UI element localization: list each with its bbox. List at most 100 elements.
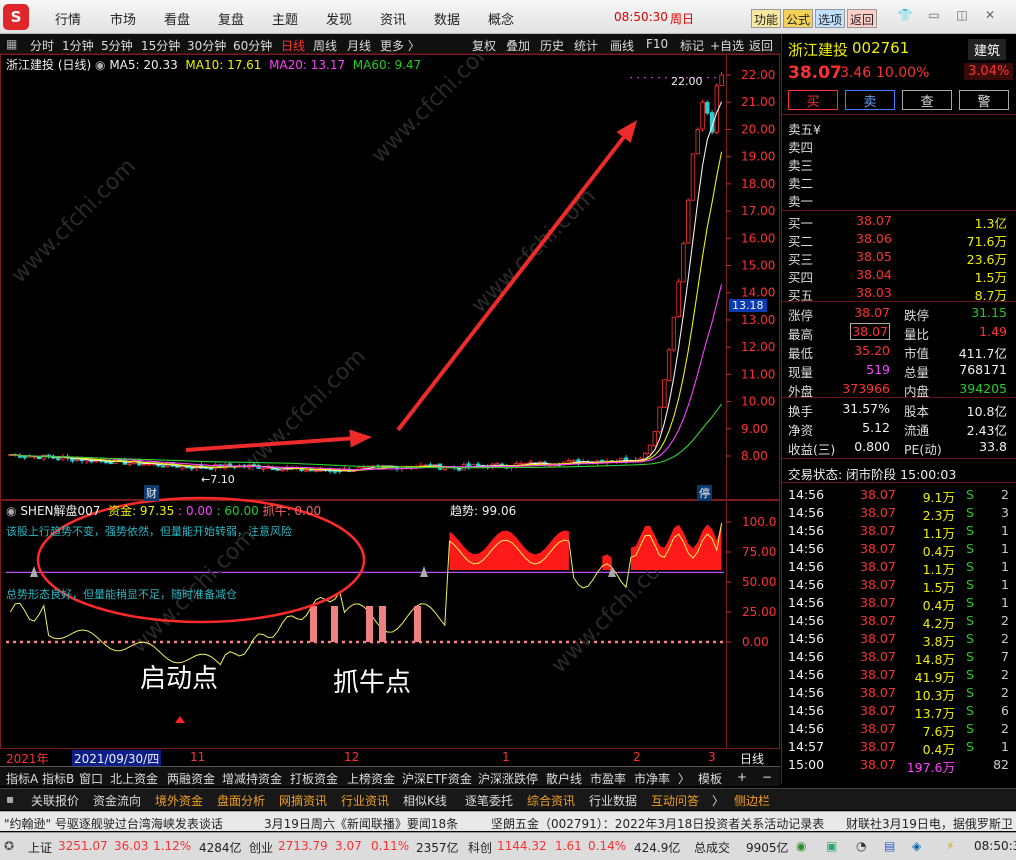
- news-item[interactable]: 坚朗五金（002791）：2022年3月18日投资者关系活动记录表: [491, 815, 824, 832]
- tabbar-control[interactable]: +: [737, 770, 747, 784]
- function-button[interactable]: 功能: [751, 9, 782, 28]
- indicator-tab[interactable]: 两融资金: [167, 770, 215, 787]
- news-item[interactable]: "约翰逊" 号驱逐舰驶过台湾海峡发表谈话: [4, 815, 223, 832]
- menu-shichang[interactable]: 市场: [110, 9, 136, 28]
- menu-kanpan[interactable]: 看盘: [164, 9, 190, 28]
- app-logo-icon[interactable]: S: [3, 4, 29, 30]
- dropdown-circle-icon[interactable]: ◉: [95, 58, 105, 72]
- menu-faxian[interactable]: 发现: [326, 9, 352, 28]
- status-icon-c[interactable]: ◔: [856, 839, 866, 853]
- function-tab[interactable]: 关联报价: [31, 792, 79, 809]
- function-tab[interactable]: 境外资金: [155, 792, 203, 809]
- tool-diejia[interactable]: 叠加: [506, 37, 530, 54]
- dropdown-circle-icon[interactable]: ◉: [6, 504, 16, 518]
- period-1min[interactable]: 1分钟: [62, 37, 94, 54]
- status-icon-a[interactable]: ◉: [796, 839, 806, 853]
- function-tab[interactable]: 综合资讯: [527, 792, 575, 809]
- sh-index-label[interactable]: 上证: [28, 839, 52, 856]
- function-tab[interactable]: 网摘资讯: [279, 792, 327, 809]
- tabbar-control[interactable]: 模板: [698, 770, 722, 787]
- indicator-tab[interactable]: 窗口: [79, 770, 103, 787]
- menu-gainian[interactable]: 概念: [488, 9, 514, 28]
- buy-button[interactable]: 买: [788, 90, 838, 110]
- kline-chart[interactable]: 22.0021.0020.0019.0018.0017.0016.0015.00…: [0, 54, 780, 766]
- news-item[interactable]: 3月19日周六《新闻联播》要闻18条: [264, 815, 458, 832]
- tool-huaxian[interactable]: 画线: [610, 37, 634, 54]
- period-daily[interactable]: 日线: [281, 37, 305, 54]
- sell-level-row[interactable]: 卖四: [782, 136, 1016, 155]
- grid-icon[interactable]: ▦: [6, 37, 17, 51]
- minimize-small-icon[interactable]: ▭: [925, 8, 943, 24]
- news-item[interactable]: 财联社3月19日电，据俄罗斯卫: [846, 815, 1013, 832]
- indicator-tab[interactable]: 北上资金: [110, 770, 158, 787]
- news-ticker[interactable]: "约翰逊" 号驱逐舰驶过台湾海峡发表谈话 3月19日周六《新闻联播》要闻18条 …: [0, 811, 1016, 831]
- tabbar-control[interactable]: 〉: [678, 770, 690, 787]
- lightning-icon[interactable]: ⚡: [946, 839, 954, 853]
- shirt-icon[interactable]: 👕: [896, 8, 914, 24]
- indicator-tab[interactable]: 指标B: [42, 770, 74, 787]
- period-monthly[interactable]: 月线: [347, 37, 371, 54]
- function-tab[interactable]: 相似K线: [403, 792, 447, 809]
- indicator-tab[interactable]: 打板资金: [290, 770, 338, 787]
- tabbar-control[interactable]: −: [762, 770, 772, 784]
- status-icon-d[interactable]: ▤: [884, 839, 895, 853]
- function-tab[interactable]: 〉: [712, 792, 724, 809]
- menu-fupan[interactable]: 复盘: [218, 9, 244, 28]
- period-60min[interactable]: 60分钟: [233, 37, 272, 54]
- buy-level-row[interactable]: 买四 38.04 1.5万: [782, 266, 1016, 285]
- sell-level-row[interactable]: 卖五¥: [782, 118, 1016, 137]
- function-tab[interactable]: 逐笔委托: [465, 792, 513, 809]
- function-tab[interactable]: 行业资讯: [341, 792, 389, 809]
- panel-toggle-icon[interactable]: ▪: [6, 792, 14, 806]
- period-5min[interactable]: 5分钟: [101, 37, 133, 54]
- status-icon-e[interactable]: ◈: [912, 839, 921, 853]
- close-icon[interactable]: ✕: [981, 8, 999, 24]
- menu-hangqing[interactable]: 行情: [55, 9, 81, 28]
- period-fenshi[interactable]: 分时: [30, 37, 54, 54]
- back-button[interactable]: 返回: [847, 9, 878, 28]
- cy-index-label[interactable]: 创业: [249, 839, 273, 856]
- indicator-tab[interactable]: 沪深ETF资金: [402, 770, 472, 787]
- function-tab[interactable]: 资金流向: [93, 792, 141, 809]
- function-tab[interactable]: 侧边栏: [734, 792, 770, 809]
- period-more[interactable]: 更多 〉: [380, 37, 420, 54]
- industry-badge[interactable]: 建筑: [968, 39, 1007, 60]
- tool-tongji[interactable]: 统计: [574, 37, 598, 54]
- menu-shuju[interactable]: 数据: [434, 9, 460, 28]
- formula-button[interactable]: 公式: [783, 9, 814, 28]
- menu-zhuti[interactable]: 主题: [272, 9, 298, 28]
- buy-level-row[interactable]: 买三 38.05 23.6万: [782, 248, 1016, 267]
- function-tab[interactable]: 行业数据: [589, 792, 637, 809]
- buy-level-row[interactable]: 买五 38.03 8.7万: [782, 284, 1016, 303]
- buy-level-row[interactable]: 买二 38.06 71.6万: [782, 230, 1016, 249]
- period-30min[interactable]: 30分钟: [187, 37, 226, 54]
- indicator-tab[interactable]: 上榜资金: [347, 770, 395, 787]
- indicator-tab[interactable]: 市净率: [634, 770, 670, 787]
- period-15min[interactable]: 15分钟: [141, 37, 180, 54]
- function-tab[interactable]: 互动问答: [651, 792, 699, 809]
- indicator-tab[interactable]: 增减持资金: [222, 770, 282, 787]
- tool-biaoji[interactable]: 标记: [680, 37, 704, 54]
- tool-add-watchlist[interactable]: +自选: [710, 37, 744, 54]
- indicator-tab[interactable]: 市盈率: [590, 770, 626, 787]
- tool-back[interactable]: 返回: [749, 37, 773, 54]
- alert-button[interactable]: 警: [959, 90, 1009, 110]
- sell-level-row[interactable]: 卖一: [782, 190, 1016, 209]
- indicator-tab[interactable]: 沪深涨跌停: [478, 770, 538, 787]
- options-button[interactable]: 选项: [815, 9, 846, 28]
- sell-level-row[interactable]: 卖二: [782, 172, 1016, 191]
- query-button[interactable]: 查: [902, 90, 952, 110]
- tool-lishi[interactable]: 历史: [540, 37, 564, 54]
- menu-zixun[interactable]: 资讯: [380, 9, 406, 28]
- sell-button[interactable]: 卖: [845, 90, 895, 110]
- function-tab[interactable]: 盘面分析: [217, 792, 265, 809]
- tool-fuquan[interactable]: 复权: [472, 37, 496, 54]
- period-weekly[interactable]: 周线: [313, 37, 337, 54]
- buy-level-row[interactable]: 买一 38.07 1.3亿: [782, 212, 1016, 231]
- restore-icon[interactable]: ◫: [953, 8, 971, 24]
- gear-icon[interactable]: ✪: [4, 839, 14, 853]
- indicator-tab[interactable]: 散户线: [546, 770, 582, 787]
- sell-level-row[interactable]: 卖三: [782, 154, 1016, 173]
- status-icon-b[interactable]: ▣: [826, 839, 837, 853]
- indicator-tab[interactable]: 指标A: [6, 770, 38, 787]
